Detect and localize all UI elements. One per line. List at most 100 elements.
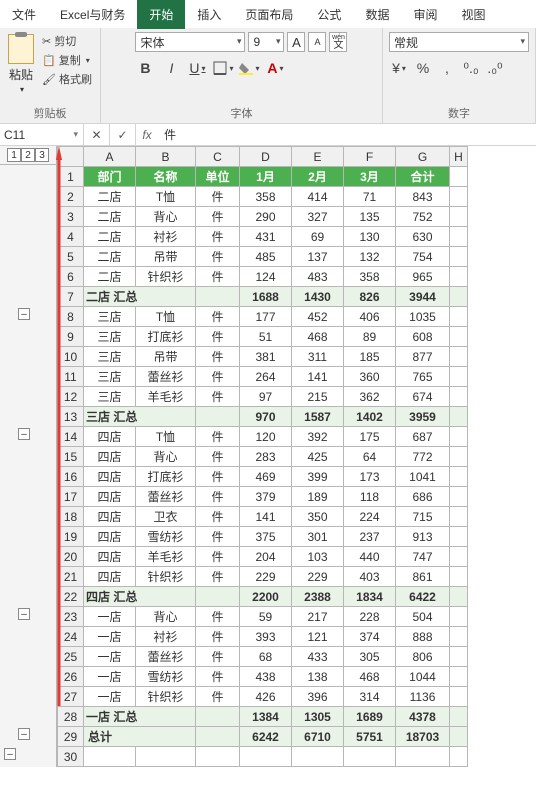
cell[interactable]: 59 [240,607,292,627]
outline-level-3[interactable]: 3 [35,148,49,162]
outline-toggle-row-13[interactable]: – [18,428,30,440]
row-header-20[interactable]: 20 [58,547,84,567]
cell[interactable]: 1689 [344,707,396,727]
cell[interactable]: 381 [240,347,292,367]
outline-toggle-row-28[interactable]: – [18,728,30,740]
cancel-formula-button[interactable]: ✕ [84,124,110,145]
cell[interactable]: 888 [396,627,450,647]
row-header-21[interactable]: 21 [58,567,84,587]
cell[interactable]: 826 [344,287,396,307]
cell[interactable] [450,467,468,487]
cell[interactable] [292,747,344,767]
cell[interactable]: 衬衫 [136,227,196,247]
cell[interactable]: 6422 [396,587,450,607]
cell[interactable]: 四店 [84,487,136,507]
cell[interactable]: 217 [292,607,344,627]
cell[interactable]: 四店 [84,567,136,587]
cell[interactable]: 440 [344,547,396,567]
cell[interactable]: 四店 [84,527,136,547]
cell[interactable]: 228 [344,607,396,627]
cell[interactable] [450,287,468,307]
cell[interactable] [450,667,468,687]
cell[interactable]: 360 [344,367,396,387]
row-header-17[interactable]: 17 [58,487,84,507]
cell[interactable]: 970 [240,407,292,427]
cell[interactable]: 141 [240,507,292,527]
cell[interactable]: 1430 [292,287,344,307]
cell[interactable]: 375 [240,527,292,547]
cell[interactable]: 背心 [136,447,196,467]
font-name-select[interactable]: 宋体 ▾ [135,32,245,52]
cell[interactable]: 一店 [84,627,136,647]
spreadsheet-grid[interactable]: ABCDEFGH1部门名称单位1月2月3月合计2二店T恤件35841471843… [57,146,468,767]
tab-7[interactable]: 审阅 [401,0,449,29]
cell[interactable]: 806 [396,647,450,667]
col-header-G[interactable]: G [396,147,450,167]
cell[interactable] [396,747,450,767]
outline-toggle-row-7[interactable]: – [18,308,30,320]
cell[interactable]: 羊毛衫 [136,387,196,407]
row-header-23[interactable]: 23 [58,607,84,627]
cell[interactable]: 468 [292,327,344,347]
cell[interactable]: T恤 [136,427,196,447]
cell[interactable]: 二店 汇总 [84,287,196,307]
number-format-select[interactable]: 常规 ▾ [389,32,529,52]
cell[interactable] [196,747,240,767]
cell[interactable]: 三店 [84,307,136,327]
cell[interactable]: 3944 [396,287,450,307]
cell[interactable]: 121 [292,627,344,647]
cell[interactable]: 687 [396,427,450,447]
cell[interactable]: 1834 [344,587,396,607]
cell[interactable] [450,407,468,427]
cell[interactable]: 754 [396,247,450,267]
cell[interactable]: 132 [344,247,396,267]
copy-button[interactable]: 📋 复制 ▾ [40,51,94,69]
cell[interactable]: 吊带 [136,247,196,267]
cell[interactable]: 469 [240,467,292,487]
fx-icon[interactable]: fx [136,128,158,142]
cell[interactable]: 204 [240,547,292,567]
formula-input[interactable]: 件 [158,126,536,143]
cell[interactable]: 118 [344,487,396,507]
cell[interactable] [450,427,468,447]
cell[interactable]: 468 [344,667,396,687]
percent-button[interactable]: % [413,58,433,78]
format-painter-button[interactable]: 🖌 格式刷 [40,70,94,88]
cell[interactable] [450,187,468,207]
paste-button[interactable]: 粘贴 ▾ [6,32,36,96]
cell[interactable]: 件 [196,367,240,387]
cell[interactable] [450,607,468,627]
tab-2[interactable]: 开始 [137,0,185,29]
cell[interactable]: 431 [240,227,292,247]
cell[interactable] [450,587,468,607]
tab-3[interactable]: 插入 [185,0,233,29]
cell[interactable]: 120 [240,427,292,447]
cell[interactable]: 2388 [292,587,344,607]
cell[interactable] [196,287,240,307]
cell[interactable]: 1035 [396,307,450,327]
col-header-A[interactable]: A [84,147,136,167]
col-header-C[interactable]: C [196,147,240,167]
cell[interactable]: 237 [344,527,396,547]
cell[interactable]: 89 [344,327,396,347]
cell[interactable]: 399 [292,467,344,487]
row-header-13[interactable]: 13 [58,407,84,427]
cell[interactable] [344,747,396,767]
cell[interactable]: 件 [196,547,240,567]
cell[interactable]: 438 [240,667,292,687]
cell[interactable]: 件 [196,327,240,347]
cell[interactable] [450,307,468,327]
cell[interactable] [450,727,468,747]
cell[interactable]: 四店 汇总 [84,587,196,607]
outline-level-1[interactable]: 1 [7,148,21,162]
cell[interactable]: 18703 [396,727,450,747]
cell[interactable]: 189 [292,487,344,507]
tab-5[interactable]: 公式 [305,0,353,29]
cell[interactable]: 1587 [292,407,344,427]
cell[interactable]: 71 [344,187,396,207]
row-header-26[interactable]: 26 [58,667,84,687]
cell[interactable]: 二店 [84,187,136,207]
cell[interactable]: 件 [196,687,240,707]
cell[interactable]: 64 [344,447,396,467]
cell[interactable]: 877 [396,347,450,367]
